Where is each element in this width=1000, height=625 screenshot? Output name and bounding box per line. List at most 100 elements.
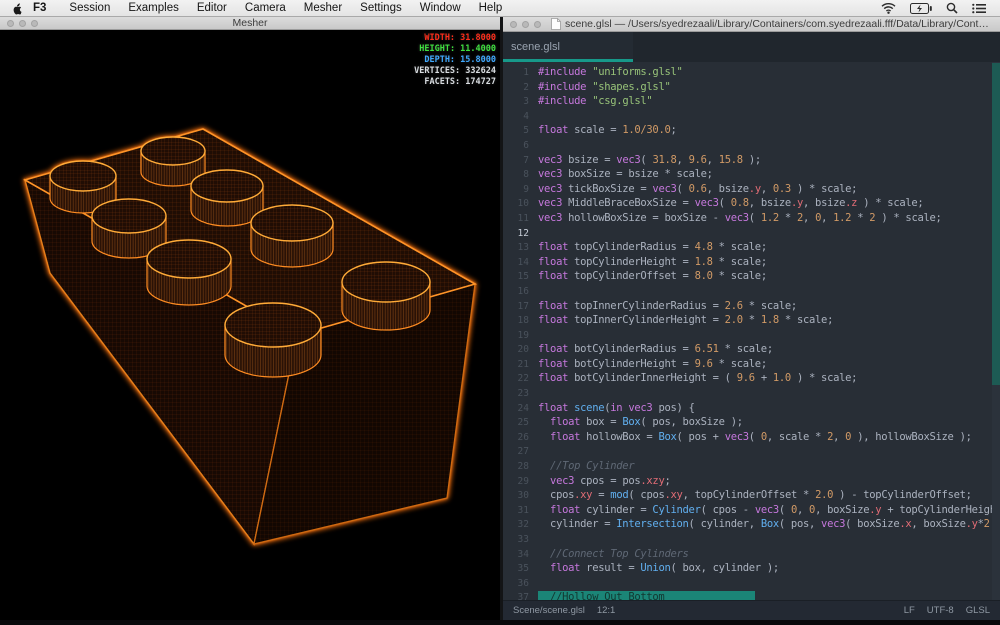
code-text: float botCylinderRadius = 6.51 * scale; [538, 343, 773, 355]
code-line[interactable]: 22float botCylinderInnerHeight = ( 9.6 +… [503, 371, 1000, 386]
mesh-viewport[interactable]: WIDTH: 31.8000HEIGHT: 11.4000DEPTH: 15.8… [0, 30, 500, 620]
code-line[interactable]: 9vec3 tickBoxSize = vec3( 0.6, bsize.y, … [503, 182, 1000, 197]
code-line[interactable]: 19 [503, 328, 1000, 343]
line-number: 28 [503, 460, 529, 475]
search-icon[interactable] [946, 2, 958, 14]
stats-panel: WIDTH: 31.8000HEIGHT: 11.4000DEPTH: 15.8… [414, 33, 496, 88]
line-number: 10 [503, 197, 529, 212]
code-text: #include "uniforms.glsl" [538, 66, 683, 78]
mesher-titlebar[interactable]: Mesher [0, 17, 500, 30]
code-line[interactable]: 18float topInnerCylinderHeight = 2.0 * 1… [503, 313, 1000, 328]
code-line[interactable]: 20float botCylinderRadius = 6.51 * scale… [503, 342, 1000, 357]
line-number: 30 [503, 489, 529, 504]
code-line[interactable]: 36 [503, 576, 1000, 591]
menu-item-window[interactable]: Window [411, 2, 470, 14]
code-text: #include "shapes.glsl" [538, 81, 671, 93]
editor-titlebar[interactable]: scene.glsl — /Users/syedrezaali/Library/… [503, 17, 1000, 32]
status-encoding[interactable]: UTF-8 [927, 605, 954, 616]
code-line[interactable]: 17float topInnerCylinderRadius = 2.6 * s… [503, 299, 1000, 314]
code-line[interactable]: 14float topCylinderHeight = 1.8 * scale; [503, 255, 1000, 270]
line-number: 1 [503, 66, 529, 81]
bottom-edge [0, 620, 1000, 625]
minimize-button[interactable] [522, 21, 529, 28]
apple-menu-icon[interactable] [12, 2, 23, 15]
code-text: float scale = 1.0/30.0; [538, 124, 677, 136]
code-line[interactable]: 5float scale = 1.0/30.0; [503, 123, 1000, 138]
code-line[interactable]: 21float botCylinderHeight = 9.6 * scale; [503, 357, 1000, 372]
code-line[interactable]: 26 float hollowBox = Box( pos + vec3( 0,… [503, 430, 1000, 445]
close-button[interactable] [510, 21, 517, 28]
zoom-button[interactable] [534, 21, 541, 28]
stud-top [141, 137, 205, 165]
code-line[interactable]: 23 [503, 386, 1000, 401]
desktop: F3 SessionExamplesEditorCameraMesherSett… [0, 0, 1000, 625]
code-text: float topCylinderOffset = 8.0 * scale; [538, 270, 767, 282]
stat-height: HEIGHT: 11.4000 [414, 44, 496, 55]
menu-item-settings[interactable]: Settings [351, 2, 411, 14]
code-text: float topInnerCylinderHeight = 2.0 * 1.8… [538, 314, 833, 326]
code-text: float cylinder = Cylinder( cpos - vec3( … [538, 504, 1000, 516]
menu-item-help[interactable]: Help [470, 2, 512, 14]
tab-scene-glsl[interactable]: scene.glsl [503, 32, 633, 62]
line-number: 19 [503, 329, 529, 344]
status-file-path: Scene/scene.glsl [513, 605, 585, 616]
code-line[interactable]: 37 //Hollow Out Bottom [503, 590, 1000, 600]
code-line[interactable]: 35 float result = Union( box, cylinder )… [503, 561, 1000, 576]
code-line[interactable]: 29 vec3 cpos = pos.xzy; [503, 474, 1000, 489]
code-line[interactable]: 15float topCylinderOffset = 8.0 * scale; [503, 269, 1000, 284]
line-number: 13 [503, 241, 529, 256]
code-text: cylinder = Intersection( cylinder, Box( … [538, 518, 1000, 530]
line-number: 8 [503, 168, 529, 183]
menu-item-camera[interactable]: Camera [236, 2, 295, 14]
code-line[interactable]: 6 [503, 138, 1000, 153]
lego-brick-wireframe [0, 30, 500, 620]
code-line[interactable]: 16 [503, 284, 1000, 299]
code-line[interactable]: 12 [503, 226, 1000, 241]
list-icon[interactable] [972, 3, 986, 14]
code-line[interactable]: 1 #include "uniforms.glsl" [503, 65, 1000, 80]
code-text: vec3 bsize = vec3( 31.8, 9.6, 15.8 ); [538, 154, 761, 166]
menu-bar: F3 SessionExamplesEditorCameraMesherSett… [0, 0, 1000, 17]
code-line[interactable]: 30 cpos.xy = mod( cpos.xy, topCylinderOf… [503, 488, 1000, 503]
code-line[interactable]: 11vec3 hollowBoxSize = boxSize - vec3( 1… [503, 211, 1000, 226]
code-line[interactable]: 8vec3 boxSize = bsize * scale; [503, 167, 1000, 182]
code-text: float result = Union( box, cylinder ); [538, 562, 779, 574]
battery-charging-icon[interactable] [910, 3, 932, 14]
code-line[interactable]: 28 //Top Cylinder [503, 459, 1000, 474]
editor-scrollbar[interactable] [992, 62, 1000, 600]
status-line-ending[interactable]: LF [904, 605, 915, 616]
code-line[interactable]: 3#include "csg.glsl" [503, 94, 1000, 109]
wifi-icon[interactable] [881, 2, 896, 14]
menu-item-mesher[interactable]: Mesher [295, 2, 351, 14]
line-number: 16 [503, 285, 529, 300]
code-line[interactable]: 10vec3 MiddleBraceBoxSize = vec3( 0.8, b… [503, 196, 1000, 211]
code-text: float topCylinderHeight = 1.8 * scale; [538, 256, 767, 268]
code-line[interactable]: 7 vec3 bsize = vec3( 31.8, 9.6, 15.8 ); [503, 153, 1000, 168]
line-number: 11 [503, 212, 529, 227]
code-line[interactable]: 31 float cylinder = Cylinder( cpos - vec… [503, 503, 1000, 518]
code-line[interactable]: 32 cylinder = Intersection( cylinder, Bo… [503, 517, 1000, 532]
code-line[interactable]: 2#include "shapes.glsl" [503, 80, 1000, 95]
code-line[interactable]: 27 [503, 444, 1000, 459]
code-editor[interactable]: 1 #include "uniforms.glsl" 2#include "shap… [503, 62, 1000, 600]
status-language[interactable]: GLSL [966, 605, 990, 616]
code-line[interactable]: 24float scene(in vec3 pos) { [503, 401, 1000, 416]
line-number: 26 [503, 431, 529, 446]
line-number: 7 [503, 154, 529, 169]
line-number: 35 [503, 562, 529, 577]
traffic-lights [510, 21, 541, 28]
code-line[interactable]: 25 float box = Box( pos, boxSize ); [503, 415, 1000, 430]
code-line[interactable]: 34 //Connect Top Cylinders [503, 547, 1000, 562]
code-line[interactable]: 33 [503, 532, 1000, 547]
editor-statusbar: Scene/scene.glsl 12:1 LF UTF-8 GLSL [503, 600, 1000, 620]
line-number: 32 [503, 518, 529, 533]
stud-top [147, 240, 231, 278]
app-menu-title[interactable]: F3 [33, 2, 46, 14]
code-line[interactable]: 13float topCylinderRadius = 4.8 * scale; [503, 240, 1000, 255]
menu-item-examples[interactable]: Examples [119, 2, 188, 14]
line-number: 36 [503, 577, 529, 592]
menu-item-editor[interactable]: Editor [188, 2, 236, 14]
code-line[interactable]: 4 [503, 109, 1000, 124]
scrollbar-thumb[interactable] [992, 63, 1000, 385]
menu-item-session[interactable]: Session [60, 2, 119, 14]
